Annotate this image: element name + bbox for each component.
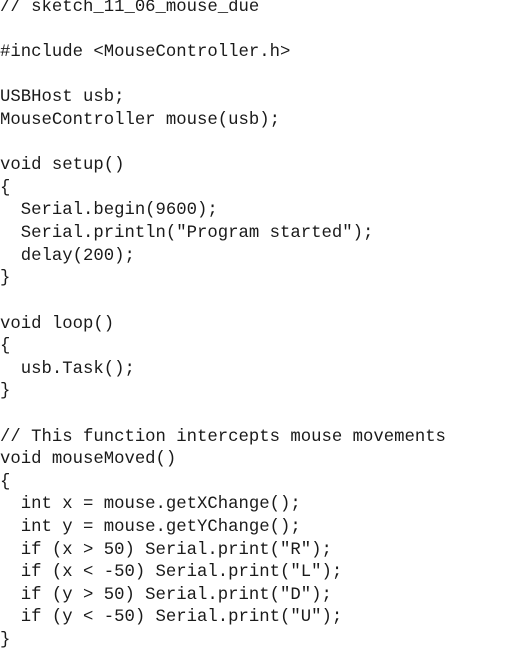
code-line-serial-println: Serial.println("Program started"); <box>0 224 374 244</box>
code-line-setup-signature: void setup() <box>0 156 125 176</box>
code-line-mousecontroller: MouseController mouse(usb); <box>0 111 281 131</box>
code-line-usb-task: usb.Task(); <box>0 359 135 379</box>
code-line-if-up: if (y < -50) Serial.print("U"); <box>0 608 343 628</box>
code-line-brace-close: } <box>0 631 11 651</box>
code-line-loop-signature: void loop() <box>0 314 115 334</box>
code-line-include: #include <MouseController.h> <box>0 43 291 63</box>
code-line-serial-begin: Serial.begin(9600); <box>0 201 218 221</box>
code-line-brace-open: { <box>0 337 11 357</box>
code-line-usbhost: USBHost usb; <box>0 88 125 108</box>
code-line-delay: delay(200); <box>0 246 135 266</box>
code-line-if-right: if (x > 50) Serial.print("R"); <box>0 540 332 560</box>
code-line-brace-open: { <box>0 178 11 198</box>
code-line-if-down: if (y > 50) Serial.print("D"); <box>0 585 332 605</box>
code-line-brace-close: } <box>0 269 11 289</box>
code-line-get-x-change: int x = mouse.getXChange(); <box>0 495 301 515</box>
code-line-comment: // This function intercepts mouse moveme… <box>0 427 446 447</box>
code-line-comment: // sketch_11_06_mouse_due <box>0 0 260 17</box>
code-line-if-left: if (x < -50) Serial.print("L"); <box>0 563 343 583</box>
code-line-get-y-change: int y = mouse.getYChange(); <box>0 518 301 538</box>
code-line-brace-close: } <box>0 382 11 402</box>
code-line-mousemoved-signature: void mouseMoved() <box>0 450 177 470</box>
code-listing: // sketch_11_06_mouse_due #include <Mouse… <box>0 0 515 653</box>
code-line-brace-open: { <box>0 472 11 492</box>
